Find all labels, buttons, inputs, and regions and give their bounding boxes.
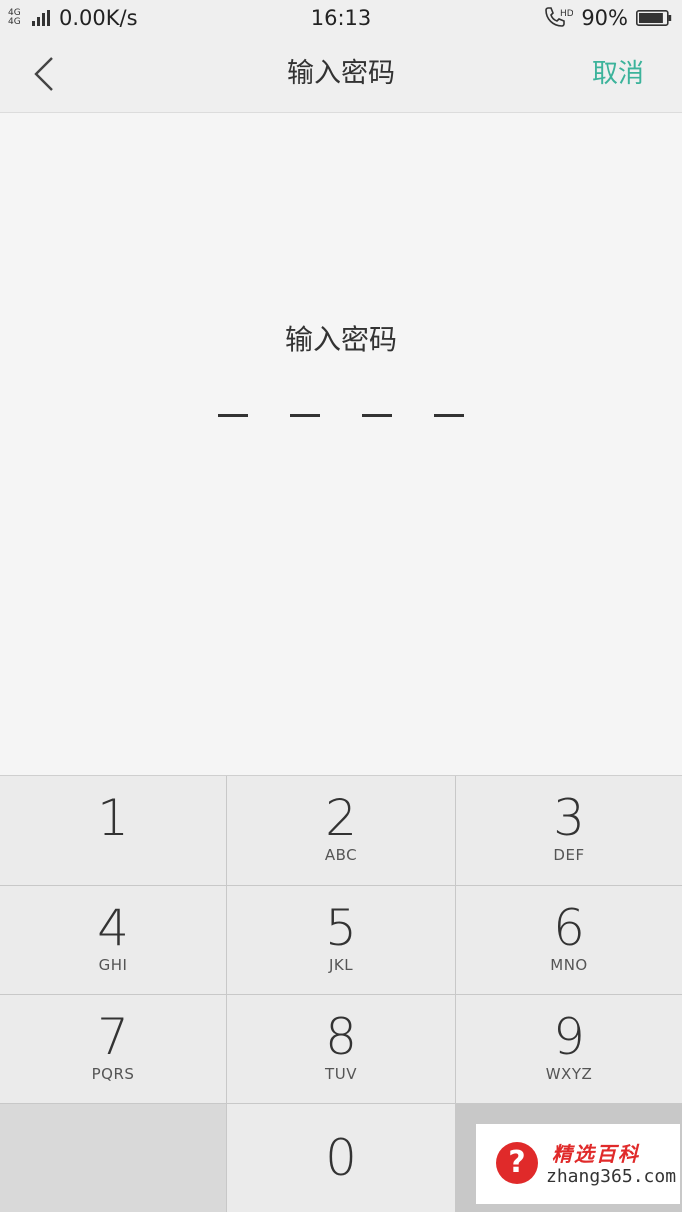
keypad-key-5[interactable]: 5 JKL: [227, 886, 455, 994]
key-digit: 3: [553, 789, 585, 847]
key-letters: MNO: [550, 956, 588, 974]
watermark-url: zhang365.com: [546, 1166, 677, 1187]
key-digit: 8: [325, 1008, 357, 1066]
key-digit: 2: [325, 789, 357, 847]
keypad-key-9[interactable]: 9 WXYZ: [456, 995, 682, 1103]
passcode-prompt: 输入密码: [284, 323, 397, 356]
pin-slots: [218, 414, 464, 417]
keypad-key-4[interactable]: 4 GHI: [0, 886, 226, 994]
key-digit: 1: [97, 789, 129, 847]
key-letters: DEF: [553, 846, 585, 864]
keypad-key-7[interactable]: 7 PQRS: [0, 995, 226, 1103]
page-title: 输入密码: [287, 58, 395, 89]
key-letters: GHI: [98, 956, 128, 974]
watermark-title: 精选百科: [552, 1142, 640, 1166]
key-digit: 4: [97, 899, 129, 957]
question-mark-icon: ?: [496, 1142, 538, 1184]
pin-slot: [434, 414, 464, 417]
status-right: HD 90%: [543, 4, 672, 32]
hd-label: HD: [560, 9, 573, 19]
key-digit: 0: [325, 1129, 357, 1187]
cancel-button[interactable]: 取消: [592, 36, 644, 112]
key-digit: 7: [97, 1008, 129, 1066]
keypad-key-6[interactable]: 6 MNO: [456, 886, 682, 994]
pin-slot: [218, 414, 248, 417]
battery-fill: [639, 13, 663, 23]
keypad-key-8[interactable]: 8 TUV: [227, 995, 455, 1103]
call-hd-icon: HD: [545, 7, 573, 27]
key-digit: 9: [553, 1008, 585, 1066]
key-letters: WXYZ: [545, 1065, 593, 1083]
pin-slot: [290, 414, 320, 417]
chevron-left-icon: [34, 57, 53, 91]
key-digit: 6: [553, 899, 585, 957]
keypad-key-3[interactable]: 3 DEF: [456, 776, 682, 885]
key-digit: 5: [325, 899, 357, 957]
keypad-key-1[interactable]: 1: [0, 776, 226, 885]
battery-percent: 90%: [581, 6, 628, 30]
keypad-blank-key: [0, 1104, 226, 1212]
key-letters: PQRS: [91, 1065, 135, 1083]
status-bar: 4G 4G 0.00K/s 16:13 HD 90%: [0, 0, 682, 36]
key-letters: JKL: [328, 956, 354, 974]
key-letters: TUV: [325, 1065, 357, 1083]
nav-bar: 输入密码 取消: [0, 36, 682, 113]
keypad-key-0[interactable]: 0: [227, 1104, 455, 1212]
watermark-logo: ? 精选百科 zhang365.com: [476, 1124, 680, 1204]
key-letters: ABC: [324, 846, 358, 864]
screen: 4G 4G 0.00K/s 16:13 HD 90% 输入密码 取消 输入密码 …: [0, 0, 682, 1212]
passcode-panel: 输入密码: [0, 113, 682, 775]
pin-slot: [362, 414, 392, 417]
keypad-key-2[interactable]: 2 ABC: [227, 776, 455, 885]
back-button[interactable]: [24, 50, 64, 98]
battery-icon: [636, 10, 672, 26]
